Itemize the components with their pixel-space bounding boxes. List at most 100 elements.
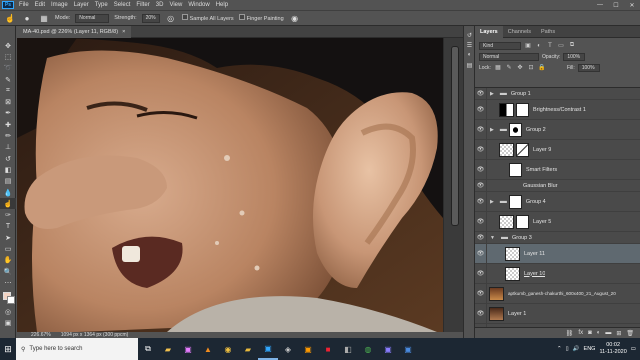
sample-all-checkbox[interactable]: Sample All Layers (181, 14, 234, 22)
photoshop-taskbar-icon[interactable]: ▣ (258, 338, 278, 360)
media-encoder-icon[interactable]: ▣ (378, 338, 398, 360)
path-selection-icon[interactable]: ➤ (0, 232, 16, 243)
shape-tool-icon[interactable]: ▭ (0, 243, 16, 254)
lock-pixels-icon[interactable]: ✎ (505, 64, 513, 72)
brush-tool-icon[interactable]: ✏ (0, 130, 16, 141)
menu-window[interactable]: Window (185, 2, 212, 8)
group-mask-thumbnail[interactable] (508, 122, 522, 137)
menu-image[interactable]: Image (48, 2, 71, 8)
vertical-scrollbar[interactable] (443, 38, 463, 332)
kind-filter-select[interactable]: Kind (479, 41, 521, 50)
pixel-filter-icon[interactable]: ▣ (524, 42, 532, 50)
libraries-panel-icon[interactable]: ▤ (464, 60, 475, 70)
pressure-size-icon[interactable]: ◉ (289, 13, 301, 23)
blend-mode-select[interactable]: Normal (479, 52, 539, 61)
language-indicator[interactable]: ENG (584, 346, 596, 352)
fill-input[interactable]: 100% (577, 63, 600, 72)
file-explorer-icon[interactable]: ▰ (158, 338, 178, 360)
minimize-button[interactable]: — (592, 0, 608, 10)
chevron-right-icon[interactable]: ▶ (490, 199, 494, 205)
link-layers-icon[interactable]: ⛓ (566, 330, 574, 337)
menu-layer[interactable]: Layer (71, 2, 92, 8)
eye-icon[interactable]: 👁 (475, 232, 487, 243)
menu-help[interactable]: Help (213, 2, 231, 8)
network-icon[interactable]: ▯ (566, 346, 569, 352)
whatsapp-icon[interactable]: ◍ (358, 338, 378, 360)
chevron-right-icon[interactable]: ▶ (490, 127, 494, 133)
menu-edit[interactable]: Edit (32, 2, 48, 8)
layer-row[interactable]: 👁 ▶ ▬ Group 2 (475, 120, 640, 140)
eyedropper-tool-icon[interactable]: ✒ (0, 108, 16, 119)
pen-tool-icon[interactable]: ✑ (0, 209, 16, 220)
layer-row[interactable]: 👁 ▼ ▬ Group 3 (475, 232, 640, 244)
media-player-icon[interactable]: ◈ (278, 338, 298, 360)
eye-icon[interactable]: 👁 (475, 120, 487, 139)
video-editor-icon[interactable]: ■ (318, 338, 338, 360)
close-tab-icon[interactable]: × (122, 29, 125, 35)
history-brush-icon[interactable]: ↺ (0, 153, 16, 164)
layer-row[interactable]: 👁 Layer 5 (475, 212, 640, 232)
layer-row[interactable]: 👁 Layer 10 (475, 264, 640, 284)
layer-row[interactable]: 👁 Layer 9 (475, 140, 640, 160)
chevron-up-icon[interactable]: ⌃ (557, 346, 562, 352)
chevron-right-icon[interactable]: ▶ (490, 91, 494, 97)
maximize-button[interactable]: ☐ (608, 0, 624, 10)
eye-icon[interactable]: 👁 (475, 304, 487, 323)
chrome-icon[interactable]: ◉ (218, 338, 238, 360)
chevron-down-icon[interactable]: ▼ (490, 235, 495, 241)
volume-icon[interactable]: 🔊 (573, 346, 580, 352)
layer-mask-thumbnail[interactable] (516, 102, 529, 117)
layer-row[interactable]: 👁 Brightness/Contrast 1 (475, 100, 640, 120)
eye-icon[interactable]: 👁 (475, 192, 487, 211)
opacity-input[interactable]: 100% (563, 52, 586, 61)
start-button[interactable]: ⊞ (0, 338, 16, 360)
layer-row[interactable]: 👁 aptkumb_ganesh-chakurthi_600x400_21_Au… (475, 284, 640, 304)
menu-view[interactable]: View (166, 2, 185, 8)
layer-mask-thumbnail[interactable] (516, 142, 529, 157)
gradient-tool-icon[interactable]: ▤ (0, 176, 16, 187)
lock-all-icon[interactable]: 🔒 (538, 64, 546, 72)
layer-row[interactable]: 👁 Layer 1 (475, 304, 640, 324)
layer-row[interactable]: 👁 ▶ ▬ Group 4 (475, 192, 640, 212)
filter-mask-thumbnail[interactable] (509, 162, 522, 177)
filter-row-item[interactable]: 👁 Gaussian Blur (475, 180, 640, 192)
menu-select[interactable]: Select (111, 2, 134, 8)
close-button[interactable]: ✕ (624, 0, 640, 10)
new-layer-icon[interactable]: ⊞ (616, 330, 621, 337)
type-filter-icon[interactable]: T (546, 42, 554, 50)
tab-paths[interactable]: Paths (536, 26, 560, 38)
add-mask-icon[interactable]: ◙ (588, 330, 592, 336)
brush-settings-icon[interactable]: ▦ (38, 13, 50, 23)
zoom-tool-icon[interactable]: 🔍 (0, 266, 16, 277)
more-tools-icon[interactable]: ⋯ (0, 277, 16, 288)
new-group-icon[interactable]: ▬ (605, 330, 611, 336)
healing-brush-icon[interactable]: ✚ (0, 119, 16, 130)
blur-tool-icon[interactable]: 💧 (0, 187, 16, 198)
layer-row[interactable]: 👁 ▶ ▬ Group 1 (475, 88, 640, 100)
strength-input[interactable]: 20% (141, 13, 160, 23)
lasso-tool-icon[interactable]: ➰ (0, 63, 16, 74)
color-swatches[interactable] (0, 291, 16, 307)
smart-object-filter-icon[interactable]: ⧉ (568, 42, 576, 50)
smudge-tool-icon[interactable]: ☝ (0, 198, 16, 210)
crop-tool-icon[interactable]: ⌗ (0, 85, 16, 96)
delete-layer-icon[interactable]: 🗑 (626, 330, 634, 337)
quick-select-tool-icon[interactable]: ✎ (0, 74, 16, 85)
eye-icon[interactable]: 👁 (475, 284, 487, 303)
tab-channels[interactable]: Channels (503, 26, 536, 38)
history-panel-icon[interactable]: ↺ (464, 30, 475, 40)
task-view-icon[interactable]: ⧉ (138, 338, 158, 360)
word-icon[interactable]: ▣ (398, 338, 418, 360)
pressure-icon[interactable]: ◎ (165, 13, 177, 23)
menu-type[interactable]: Type (92, 2, 111, 8)
eye-icon[interactable]: 👁 (475, 88, 487, 99)
eye-icon[interactable]: 👁 (475, 100, 487, 119)
menu-3d[interactable]: 3D (153, 2, 167, 8)
adjustment-filter-icon[interactable]: ◐ (535, 42, 543, 50)
eye-icon[interactable]: 👁 (475, 244, 487, 263)
clock[interactable]: 00:02 11-11-2020 (599, 342, 626, 356)
eraser-tool-icon[interactable]: ◧ (0, 164, 16, 175)
illustrator-icon[interactable]: ▣ (298, 338, 318, 360)
scrollbar-thumb[interactable] (451, 46, 459, 226)
document-tab[interactable]: MA-40.psd @ 226% (Layer 11, RGB/8) × (17, 26, 132, 38)
